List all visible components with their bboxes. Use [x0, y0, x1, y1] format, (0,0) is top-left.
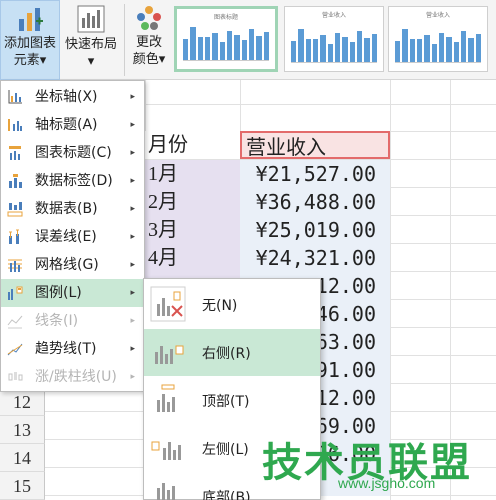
submenu-arrow-icon: ▸ — [130, 232, 135, 242]
add-chart-element-label-line2: 元素 — [13, 53, 40, 68]
submenu-arrow-icon: ▸ — [130, 344, 135, 354]
quick-layout-button[interactable]: 快速布局 ▾ — [60, 0, 122, 80]
row-header[interactable]: 13 — [0, 416, 45, 444]
submenu-item-label: 底部(B) — [202, 490, 251, 500]
submenu-item-label: 右侧(R) — [202, 346, 251, 362]
legend-top-icon — [157, 384, 175, 412]
quick-layout-icon — [77, 5, 105, 33]
menu-item-label: 趋势线(T) — [35, 341, 97, 357]
legend-icon — [8, 286, 23, 300]
menu-item-label: 轴标题(A) — [35, 117, 98, 133]
chart-style-thumbnail[interactable]: 营业收入 — [284, 6, 384, 72]
change-colors-label-line2: 颜色 — [132, 52, 159, 67]
error-bar-icon — [9, 229, 19, 244]
submenu-arrow-icon: ▸ — [130, 372, 135, 382]
submenu-arrow-icon: ▸ — [130, 288, 135, 298]
submenu-arrow-icon: ▸ — [130, 148, 135, 158]
menu-item-label: 网格线(G) — [35, 257, 99, 273]
revenue-cell[interactable]: ¥36,488.00 — [240, 188, 390, 216]
menu-item-label: 误差线(E) — [35, 229, 97, 245]
thumbnail-bars — [291, 23, 377, 63]
menu-item-error-bars[interactable]: 误差线(E) ▸ — [1, 223, 144, 251]
header-cell-revenue[interactable]: 营业收入 — [240, 131, 390, 159]
month-cell[interactable]: 2月 — [145, 188, 240, 216]
add-chart-element-button[interactable]: 添加图表 元素▾ — [0, 0, 60, 80]
ribbon-separator — [124, 4, 125, 76]
dropdown-arrow: ▾ — [158, 52, 166, 67]
change-colors-button[interactable]: 更改 颜色▾ — [128, 0, 170, 80]
gridline-icon — [8, 259, 22, 272]
axis-title-icon — [8, 119, 22, 131]
chart-style-gallery: 图表标题 营业收入 营业收入 — [170, 2, 496, 78]
add-chart-element-label-line1: 添加图表 — [3, 36, 56, 51]
menu-item-trendline[interactable]: 趋势线(T) ▸ — [1, 335, 144, 363]
month-cell[interactable]: 4月 — [145, 244, 240, 272]
legend-bottom-icon — [157, 483, 175, 500]
submenu-item-legend-right[interactable]: 右侧(R) — [144, 329, 320, 376]
legend-left-icon — [151, 441, 181, 460]
menu-item-axis-title[interactable]: 轴标题(A) ▸ — [1, 111, 144, 139]
data-table-icon — [7, 202, 23, 217]
ribbon: 添加图表 元素▾ 快速布局 ▾ 更改 颜色▾ 图表标题 营业收入 营业收入 — [0, 0, 496, 80]
palette-icon — [137, 6, 161, 30]
menu-item-label: 数据表(B) — [35, 201, 98, 217]
menu-item-label: 数据标签(D) — [35, 173, 113, 189]
submenu-arrow-icon: ▸ — [130, 176, 135, 186]
menu-item-label: 坐标轴(X) — [35, 89, 98, 105]
menu-item-chart-title[interactable]: 图表标题(C) ▸ — [1, 139, 144, 167]
submenu-item-label: 左侧(L) — [202, 442, 249, 458]
add-chart-element-icon — [19, 8, 43, 31]
row-header[interactable]: 15 — [0, 472, 45, 500]
watermark-url: www.jsgho.com — [338, 475, 436, 491]
revenue-cell[interactable]: ¥24,321.00 — [240, 244, 390, 272]
legend-none-icon — [150, 286, 186, 322]
thumbnail-title: 营业收入 — [321, 12, 346, 19]
menu-item-up-down-bars: 涨/跌柱线(U) ▸ — [1, 363, 144, 391]
dropdown-arrow: ▾ — [39, 53, 47, 68]
change-colors-label-line1: 更改 — [135, 35, 162, 50]
thumbnail-title: 营业收入 — [425, 12, 450, 19]
menu-item-label: 涨/跌柱线(U) — [35, 369, 117, 385]
add-chart-element-menu: 坐标轴(X) ▸ 轴标题(A) ▸ 图表标题(C) ▸ 数据标签(D) ▸ 数据… — [0, 80, 145, 392]
submenu-arrow-icon: ▸ — [130, 92, 135, 102]
up-down-bar-icon — [8, 372, 23, 381]
thumbnail-bars — [395, 23, 481, 63]
submenu-arrow-icon: ▸ — [130, 260, 135, 270]
quick-layout-label: 快速布局 — [64, 37, 117, 52]
lines-icon — [7, 315, 23, 329]
menu-item-lines: 线条(I) ▸ — [1, 307, 144, 335]
data-label-icon — [9, 174, 22, 188]
submenu-item-label: 无(N) — [202, 298, 238, 314]
menu-item-data-table[interactable]: 数据表(B) ▸ — [1, 195, 144, 223]
submenu-arrow-icon: ▸ — [130, 204, 135, 214]
chart-style-thumbnail[interactable]: 图表标题 — [174, 6, 278, 72]
dropdown-arrow: ▾ — [87, 54, 95, 69]
chart-style-thumbnail[interactable]: 营业收入 — [388, 6, 488, 72]
thumbnail-bars — [183, 21, 269, 61]
menu-item-data-labels[interactable]: 数据标签(D) ▸ — [1, 167, 144, 195]
month-cell[interactable]: 1月 — [145, 160, 240, 188]
row-header[interactable]: 12 — [0, 388, 45, 416]
menu-item-gridlines[interactable]: 网格线(G) ▸ — [1, 251, 144, 279]
submenu-arrow-icon: ▸ — [130, 316, 135, 326]
axis-icon — [8, 90, 22, 104]
menu-item-axis[interactable]: 坐标轴(X) ▸ — [1, 83, 144, 111]
menu-item-label: 图表标题(C) — [35, 145, 112, 161]
menu-item-legend[interactable]: 图例(L) ▸ — [1, 279, 144, 307]
thumbnail-title: 图表标题 — [213, 14, 238, 21]
revenue-cell[interactable]: ¥25,019.00 — [240, 216, 390, 244]
submenu-item-legend-top[interactable]: 顶部(T) — [144, 377, 320, 424]
legend-right-icon — [155, 345, 184, 364]
submenu-arrow-icon: ▸ — [130, 120, 135, 130]
revenue-cell[interactable]: ¥21,527.00 — [240, 160, 390, 188]
trendline-icon — [7, 343, 23, 356]
row-header[interactable]: 14 — [0, 444, 45, 472]
submenu-item-legend-none[interactable]: 无(N) — [144, 281, 320, 328]
menu-item-label: 图例(L) — [35, 285, 82, 301]
header-cell-month[interactable]: 月份 — [145, 131, 240, 159]
submenu-item-label: 顶部(T) — [202, 394, 250, 410]
chart-title-icon — [9, 146, 21, 160]
menu-item-label: 线条(I) — [35, 313, 79, 329]
month-cell[interactable]: 3月 — [145, 216, 240, 244]
